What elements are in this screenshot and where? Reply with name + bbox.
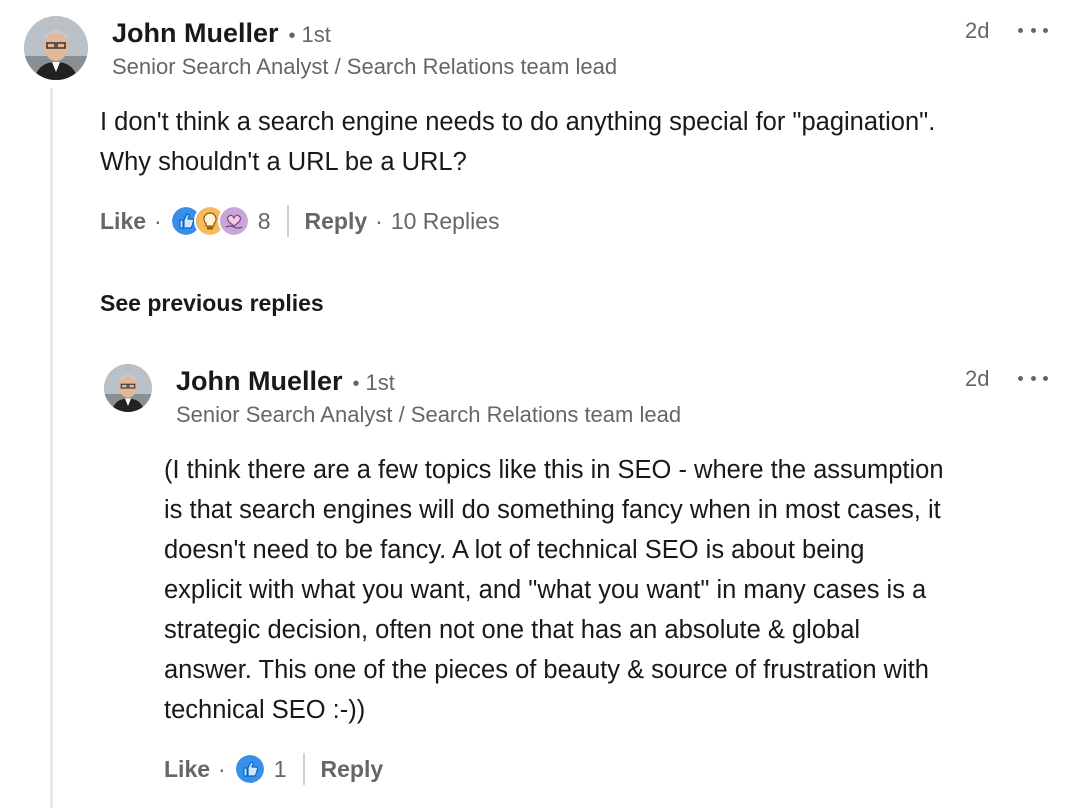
avatar[interactable] bbox=[24, 16, 88, 80]
like-button[interactable]: Like bbox=[164, 756, 210, 783]
separator-dot: · bbox=[375, 207, 383, 234]
comment-actions: Like · 8 Reply · 10 Replies bbox=[100, 204, 500, 238]
separator-dot: · bbox=[218, 755, 226, 782]
divider bbox=[286, 205, 289, 237]
reply-text-line: doesn't need to be fancy. A lot of techn… bbox=[164, 536, 865, 564]
comment: John Mueller • 1st Senior Search Analyst… bbox=[0, 0, 1088, 260]
reply-text-line: is that search engines will do something… bbox=[164, 496, 941, 524]
reply-text-line: strategic decision, often not one that h… bbox=[164, 616, 861, 644]
author-name[interactable]: John Mueller bbox=[176, 366, 343, 397]
more-options-icon[interactable] bbox=[1018, 22, 1048, 38]
reply-button[interactable]: Reply bbox=[321, 756, 384, 783]
reply-comment: John Mueller • 1st Senior Search Analyst… bbox=[0, 350, 1088, 808]
separator-dot: • bbox=[288, 25, 296, 47]
replies-count-link[interactable]: 10 Replies bbox=[391, 208, 500, 235]
divider bbox=[302, 753, 305, 785]
like-icon bbox=[233, 753, 266, 785]
avatar[interactable] bbox=[104, 364, 152, 412]
author-headline: Senior Search Analyst / Search Relations… bbox=[176, 402, 682, 427]
reply-text-line: explicit with what you want, and "what y… bbox=[164, 576, 927, 604]
author-name[interactable]: John Mueller bbox=[112, 18, 279, 49]
reply-text-line: (I think there are a few topics like thi… bbox=[164, 456, 944, 484]
reply-actions: Like · 1 Reply bbox=[164, 752, 383, 786]
reply-button[interactable]: Reply bbox=[305, 208, 368, 235]
reactions[interactable] bbox=[169, 205, 250, 237]
comment-text: I don't think a search engine needs to d… bbox=[100, 102, 1080, 182]
support-icon bbox=[217, 205, 250, 237]
reply-text-line: technical SEO :-)) bbox=[164, 696, 366, 724]
separator-dot: • bbox=[352, 373, 360, 395]
reaction-count[interactable]: 1 bbox=[274, 756, 287, 783]
author-row: John Mueller • 1st bbox=[112, 18, 331, 49]
see-previous-replies-button[interactable]: See previous replies bbox=[100, 290, 324, 317]
reaction-count[interactable]: 8 bbox=[258, 208, 271, 235]
like-button[interactable]: Like bbox=[100, 208, 146, 235]
separator-dot: · bbox=[154, 207, 162, 234]
reactions[interactable] bbox=[233, 753, 266, 785]
comment-text-line: I don't think a search engine needs to d… bbox=[100, 108, 936, 136]
comment-text-line: Why shouldn't a URL be a URL? bbox=[100, 148, 467, 176]
author-row: John Mueller • 1st bbox=[176, 366, 395, 397]
timestamp: 2d bbox=[965, 18, 990, 43]
reply-text: (I think there are a few topics like thi… bbox=[164, 450, 1084, 730]
connection-degree: 1st bbox=[301, 22, 331, 47]
connection-degree: 1st bbox=[365, 370, 395, 395]
reply-text-line: answer. This one of the pieces of beauty… bbox=[164, 656, 929, 684]
timestamp: 2d bbox=[965, 366, 990, 391]
author-headline: Senior Search Analyst / Search Relations… bbox=[112, 54, 618, 79]
more-options-icon[interactable] bbox=[1018, 370, 1048, 386]
